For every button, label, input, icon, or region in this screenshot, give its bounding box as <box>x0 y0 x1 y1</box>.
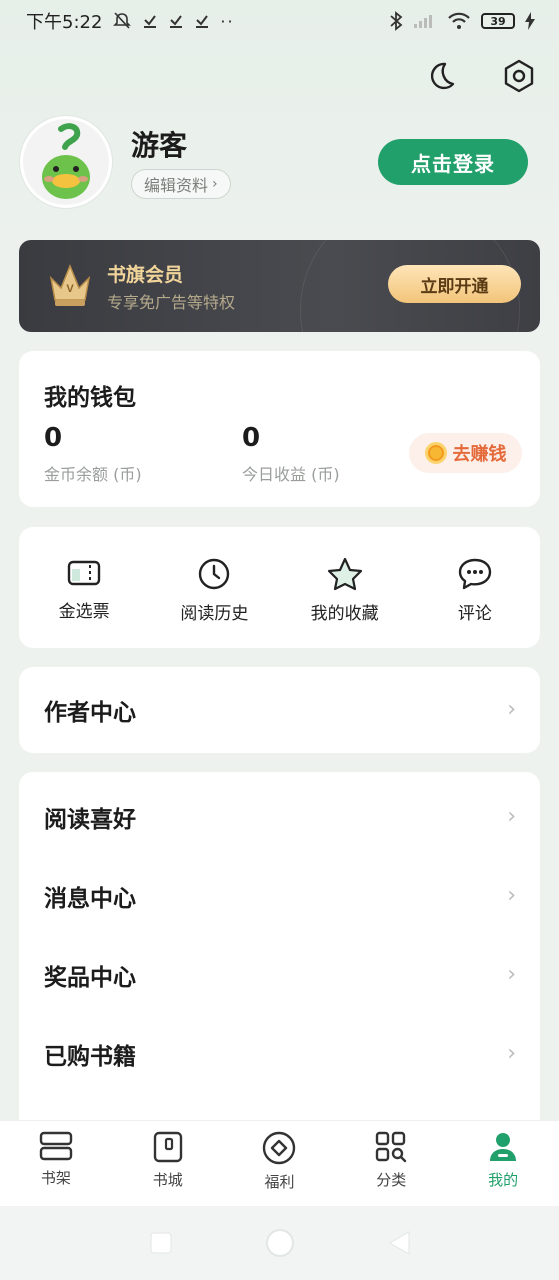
quick-action-comments[interactable]: 评论 <box>410 527 540 648</box>
wallet-card: 我的钱包 0 金币余额 (币) 0 今日收益 (币) 去赚钱 <box>19 351 540 507</box>
download-done-icon <box>196 15 209 28</box>
menu-card: 阅读喜好 › 消息中心 › 奖品中心 › 已购书籍 › <box>19 772 540 1132</box>
quick-action-label: 评论 <box>457 604 492 624</box>
ticket-icon <box>67 560 101 586</box>
status-bar: 下午5:22 ·· 39 <box>0 0 559 42</box>
coin-balance-value[interactable]: 0 <box>44 423 62 453</box>
welfare-icon <box>263 1131 296 1165</box>
star-icon <box>327 557 362 591</box>
chevron-right-icon: › <box>507 697 516 722</box>
coin-balance-label: 金币余额 (币) <box>44 465 142 484</box>
menu-row-label: 作者中心 <box>44 699 136 726</box>
vip-banner[interactable]: V 书旗会员 专享免广告等特权 立即开通 <box>19 240 540 332</box>
battery-level: 39 <box>490 14 506 28</box>
night-mode-button[interactable] <box>423 58 459 94</box>
comment-icon <box>458 558 492 590</box>
avatar[interactable] <box>20 116 112 208</box>
today-income-label: 今日收益 (币) <box>242 465 340 484</box>
nav-label: 分类 <box>376 1171 407 1189</box>
quick-action-history[interactable]: 阅读历史 <box>149 527 279 648</box>
status-time: 下午5:22 <box>26 12 103 33</box>
download-done-icon <box>144 15 157 28</box>
profile-icon <box>490 1133 517 1161</box>
menu-row-reading-preference[interactable]: 阅读喜好 › <box>19 777 540 856</box>
charging-icon <box>525 12 535 30</box>
edit-profile-button[interactable]: 编辑资料 › <box>131 169 231 199</box>
nav-label: 我的 <box>488 1171 519 1189</box>
quick-action-ticket[interactable]: 金选票 <box>19 527 149 648</box>
nav-label: 书城 <box>152 1171 183 1189</box>
nav-label: 书架 <box>40 1169 71 1187</box>
svg-text:V: V <box>66 283 74 295</box>
nav-item-welfare[interactable]: 福利 <box>224 1121 336 1206</box>
nav-item-profile[interactable]: 我的 <box>447 1121 559 1206</box>
crown-icon: V <box>45 258 95 314</box>
mute-bell-icon <box>113 12 132 29</box>
menu-row-author-center[interactable]: 作者中心 › <box>19 670 540 749</box>
wallet-title: 我的钱包 <box>44 385 136 411</box>
gear-icon <box>504 59 534 93</box>
chevron-right-icon: › <box>212 176 218 192</box>
menu-row-label: 消息中心 <box>44 885 136 912</box>
system-nav-bar <box>0 1206 559 1280</box>
edit-profile-label: 编辑资料 <box>144 176 209 195</box>
chevron-right-icon: › <box>507 962 516 987</box>
category-icon <box>376 1131 407 1163</box>
login-button[interactable]: 点击登录 <box>378 139 528 185</box>
bookshelf-icon <box>39 1131 73 1161</box>
vip-title: 书旗会员 <box>107 264 184 286</box>
bluetooth-icon <box>390 11 403 31</box>
home-icon[interactable] <box>265 1228 295 1258</box>
back-icon[interactable] <box>387 1230 411 1256</box>
username: 游客 <box>131 129 188 162</box>
mascot-avatar-icon <box>23 119 109 205</box>
moon-icon <box>430 62 455 90</box>
chevron-right-icon: › <box>507 804 516 829</box>
menu-row-message-center[interactable]: 消息中心 › <box>19 856 540 935</box>
nav-item-category[interactable]: 分类 <box>335 1121 447 1206</box>
today-income-value[interactable]: 0 <box>242 423 260 453</box>
download-done-icon <box>170 15 183 28</box>
wifi-icon <box>448 12 470 29</box>
settings-button[interactable] <box>501 58 537 94</box>
chevron-right-icon: › <box>507 1041 516 1066</box>
earn-money-label: 去赚钱 <box>452 444 507 465</box>
more-notifications-icon: ·· <box>220 11 235 31</box>
menu-row-label: 已购书籍 <box>44 1043 136 1070</box>
menu-row-prize-center[interactable]: 奖品中心 › <box>19 935 540 1014</box>
bookstore-icon <box>153 1131 182 1163</box>
nav-item-bookstore[interactable]: 书城 <box>112 1121 224 1206</box>
quick-action-favorites[interactable]: 我的收藏 <box>280 527 410 648</box>
recent-apps-icon[interactable] <box>149 1231 173 1255</box>
nav-label: 福利 <box>264 1173 295 1191</box>
menu-row-label: 阅读喜好 <box>44 806 136 833</box>
vip-subtitle: 专享免广告等特权 <box>107 293 236 312</box>
earn-money-button[interactable]: 去赚钱 <box>409 433 522 473</box>
menu-row-label: 奖品中心 <box>44 964 136 991</box>
top-actions <box>423 58 537 94</box>
nav-item-bookshelf[interactable]: 书架 <box>0 1121 112 1206</box>
chevron-right-icon: › <box>507 883 516 908</box>
quick-action-label: 我的收藏 <box>310 604 379 624</box>
quick-actions-card: 金选票 阅读历史 我的收藏 评论 <box>19 527 540 648</box>
menu-row-purchased-books[interactable]: 已购书籍 › <box>19 1014 540 1093</box>
bottom-nav: 书架 书城 福利 分类 我的 <box>0 1120 559 1206</box>
coin-icon <box>424 442 447 464</box>
battery-icon: 39 <box>481 13 515 29</box>
quick-action-label: 金选票 <box>58 602 110 622</box>
quick-action-label: 阅读历史 <box>180 604 249 624</box>
clock-icon <box>199 558 230 590</box>
signal-icon <box>414 15 432 28</box>
author-center-card: 作者中心 › <box>19 667 540 753</box>
vip-activate-button[interactable]: 立即开通 <box>388 265 521 303</box>
